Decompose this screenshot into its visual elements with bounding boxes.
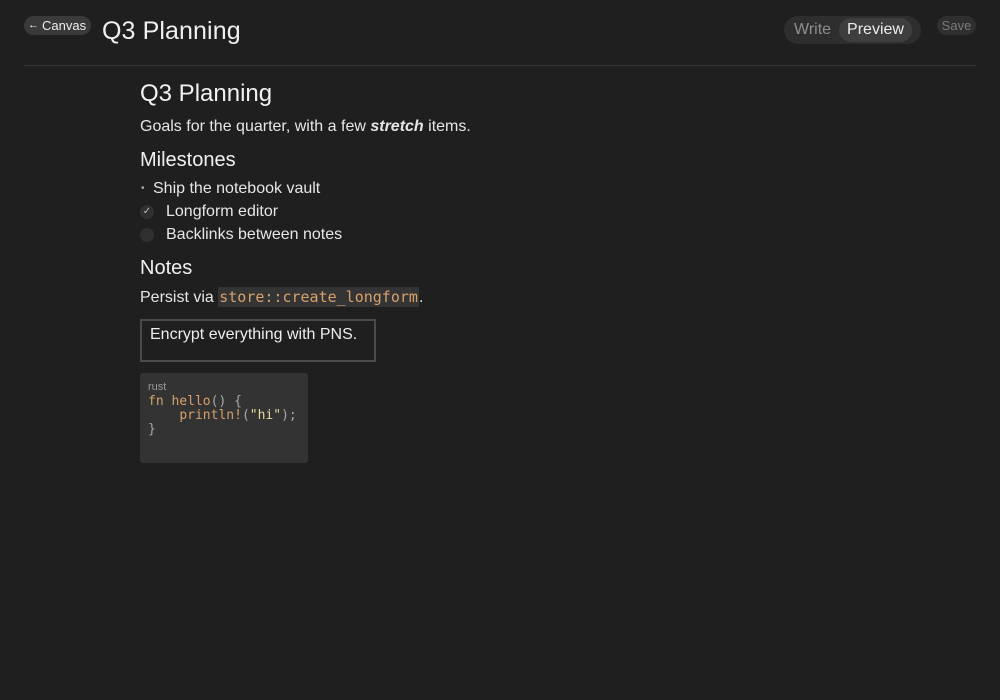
intro-emphasis: stretch: [370, 118, 424, 135]
persist-paragraph: Persist via store::create_longform.: [140, 286, 840, 309]
list-item: Backlinks between notes: [140, 223, 840, 246]
page-title: Q3 Planning: [102, 17, 241, 45]
code-language-label: rust: [148, 381, 167, 393]
code-punctuation: () {: [210, 394, 242, 409]
checkmark-icon: ✓: [142, 206, 152, 217]
mode-toggle: Write Preview: [784, 16, 921, 44]
task-checkbox-unchecked[interactable]: [140, 227, 154, 242]
milestones-heading: Milestones: [140, 149, 236, 171]
code-function-name: hello: [171, 394, 211, 409]
bullet-icon: •: [141, 183, 145, 194]
inline-code: store::create_longform: [218, 287, 419, 307]
intro-text-end: items.: [423, 118, 471, 135]
code-content: fn hello() { println!("hi"); }: [148, 395, 300, 437]
intro-paragraph: Goals for the quarter, with a few stretc…: [140, 117, 840, 137]
list-item-text: Longform editor: [166, 203, 279, 220]
code-string: "hi": [249, 408, 282, 423]
back-button-label: Canvas: [42, 18, 87, 33]
code-keyword: fn: [148, 394, 164, 409]
code-macro: println!: [179, 408, 242, 423]
blockquote: Encrypt everything with PNS.: [140, 319, 376, 362]
list-item-text: Backlinks between notes: [166, 226, 343, 243]
task-checkbox-checked[interactable]: ✓: [140, 204, 154, 219]
milestones-list: • Ship the notebook vault ✓ Longform edi…: [140, 177, 840, 246]
save-button[interactable]: Save: [937, 16, 976, 35]
document-preview: Q3 Planning Goals for the quarter, with …: [140, 78, 840, 463]
list-item: ✓ Longform editor: [140, 200, 840, 223]
code-punctuation: (: [241, 408, 250, 423]
persist-end: .: [418, 289, 424, 306]
top-bar: ← Canvas Q3 Planning Write Preview Save: [24, 0, 976, 66]
list-item: • Ship the notebook vault: [140, 177, 840, 200]
list-item-text: Ship the notebook vault: [153, 180, 321, 197]
code-block: rust fn hello() { println!("hi"); }: [140, 373, 308, 463]
intro-text-start: Goals for the quarter, with a few: [140, 118, 371, 135]
document-heading: Q3 Planning: [140, 80, 273, 107]
persist-text: Persist via: [140, 289, 219, 306]
write-mode-button[interactable]: Write: [786, 18, 839, 42]
arrow-left-icon: ←: [28, 19, 39, 31]
preview-mode-button[interactable]: Preview: [839, 18, 912, 42]
code-closing-brace: }: [148, 422, 156, 437]
notes-heading: Notes: [140, 257, 193, 279]
back-to-canvas-button[interactable]: ← Canvas: [24, 16, 92, 35]
code-punctuation: );: [281, 408, 297, 423]
